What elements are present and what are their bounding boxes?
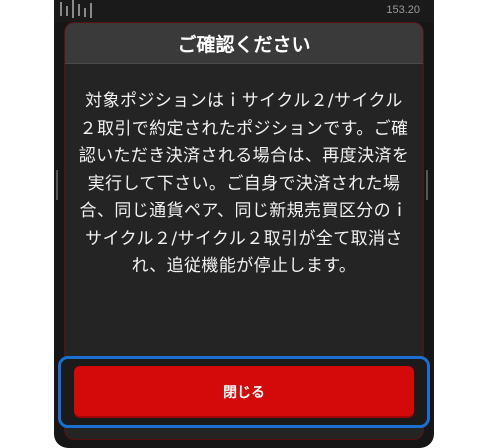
close-button[interactable]: 閉じる [74, 366, 414, 418]
dialog-title: ご確認ください [177, 33, 311, 56]
chart-side-tick [56, 170, 58, 200]
chart-candle [84, 8, 86, 17]
chart-candle [72, 0, 74, 18]
chart-candle [60, 2, 62, 16]
chart-candle [66, 6, 68, 16]
chart-candle [78, 4, 80, 16]
chart-side-tick [426, 170, 428, 200]
dialog-header: ご確認ください [65, 23, 423, 64]
chart-strip: 153.20 [54, 0, 434, 22]
price-label: 153.20 [386, 4, 420, 16]
dialog-message: 対象ポジションはｉサイクル２/サイクル２取引で約定されたポジションです。ご確認い… [78, 91, 410, 276]
chart-candle [90, 3, 92, 18]
